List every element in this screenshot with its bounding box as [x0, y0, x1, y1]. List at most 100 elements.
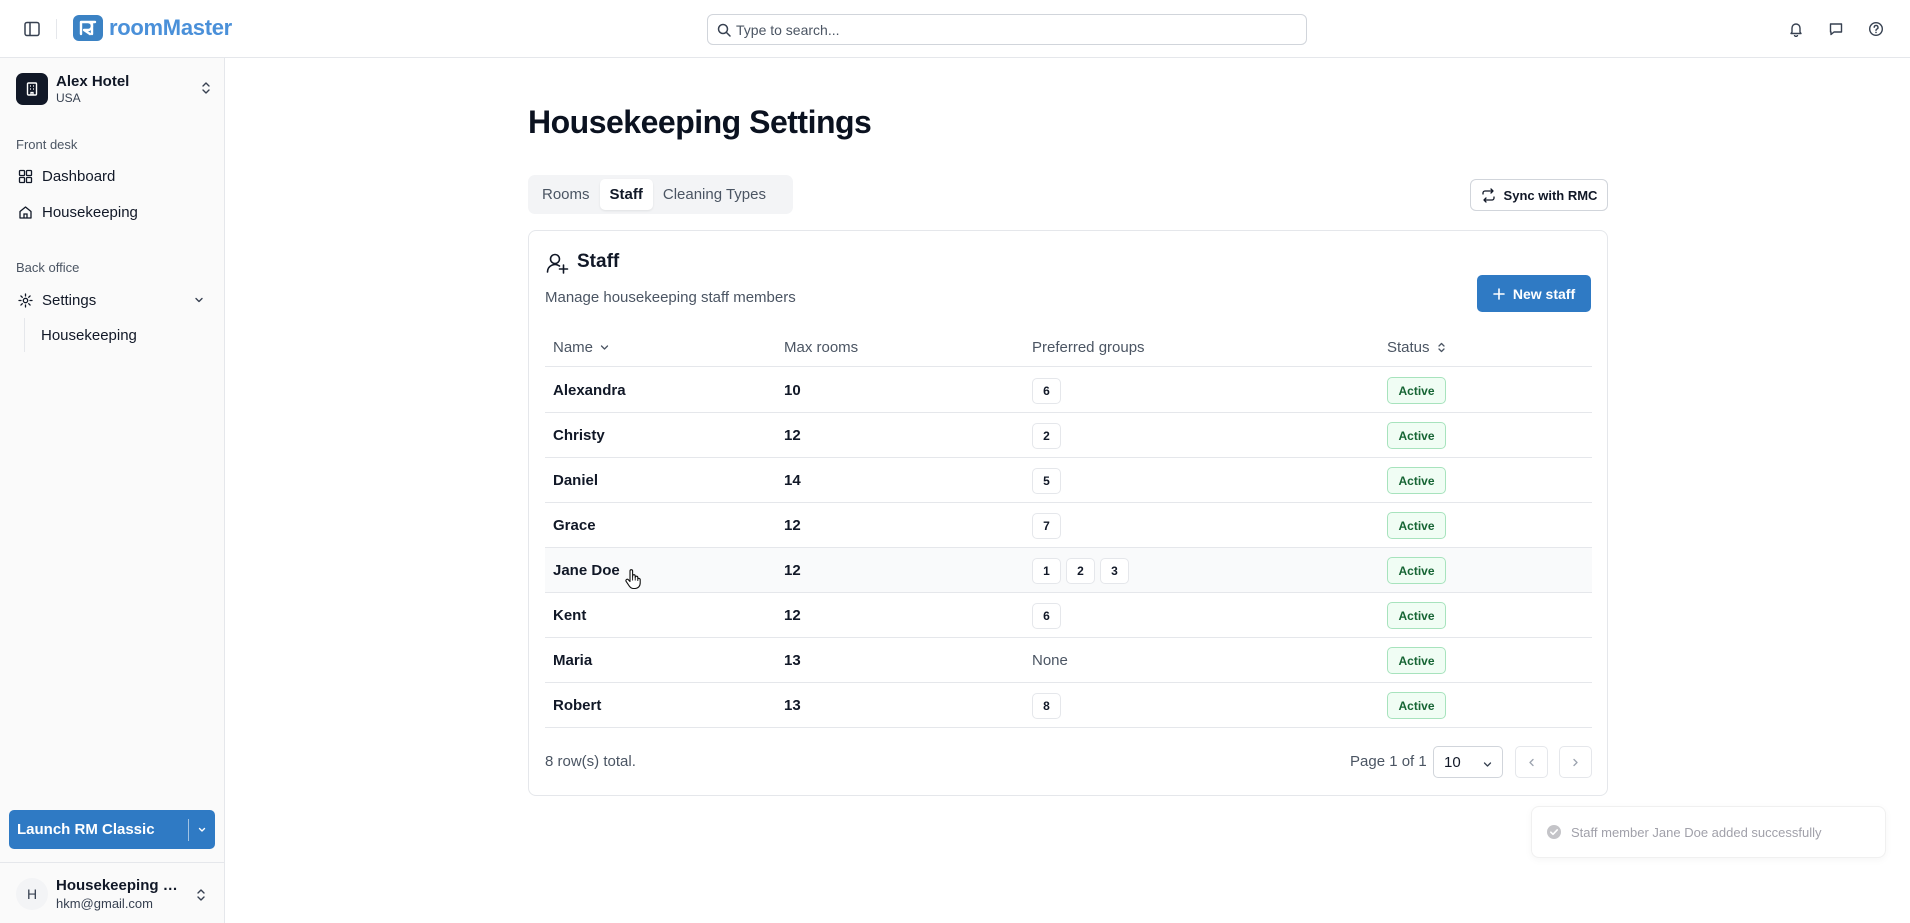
chevron-down-icon [193, 293, 205, 310]
launch-dropdown-button[interactable] [189, 810, 215, 849]
preferred-groups: None [1032, 638, 1068, 683]
status-badge: Active [1387, 692, 1446, 719]
preferred-groups: 2 [1032, 413, 1066, 458]
message-icon[interactable] [1824, 17, 1848, 41]
group-chip: 6 [1032, 602, 1061, 629]
sidebar-item-settings[interactable]: Settings [10, 285, 215, 315]
preferred-groups: 6 [1032, 368, 1066, 413]
preferred-groups: 6 [1032, 593, 1066, 638]
search-input[interactable] [736, 21, 1306, 38]
max-rooms: 14 [784, 472, 801, 489]
rows-total: 8 row(s) total. [545, 753, 636, 770]
chevron-down-icon [1482, 757, 1493, 774]
sync-with-rmc-button[interactable]: Sync with RMC [1470, 179, 1608, 211]
column-header-status[interactable]: Status [1387, 327, 1447, 367]
gear-icon [16, 291, 34, 309]
table-row[interactable]: Christy 12 2 Active [545, 413, 1592, 458]
status-badge: Active [1387, 512, 1446, 539]
card-description: Manage housekeeping staff members [545, 289, 796, 306]
staff-name: Christy [553, 427, 605, 444]
sort-icon [1437, 342, 1445, 352]
sidebar-item-dashboard[interactable]: Dashboard [10, 161, 215, 191]
max-rooms: 13 [784, 697, 801, 714]
chevron-down-icon [198, 827, 206, 832]
launch-rm-classic-button[interactable]: Launch RM Classic [9, 810, 188, 849]
help-icon[interactable] [1864, 17, 1888, 41]
sidebar-toggle-icon[interactable] [20, 17, 44, 41]
status-cell: Active [1387, 638, 1446, 683]
new-staff-label: New staff [1512, 285, 1576, 302]
next-page-button[interactable] [1559, 746, 1592, 778]
status-cell: Active [1387, 503, 1446, 548]
group-chip: 7 [1032, 512, 1061, 539]
logo[interactable]: roomMaster [73, 15, 232, 41]
front-desk-label: Front desk [16, 137, 78, 152]
tab-rooms[interactable]: Rooms [532, 179, 600, 210]
table-row[interactable]: Daniel 14 5 Active [545, 458, 1592, 503]
column-header-max-rooms: Max rooms [784, 338, 859, 356]
chevron-down-icon [600, 344, 609, 350]
settings-tabs: Rooms Staff Cleaning Types [528, 175, 793, 214]
no-groups-text: None [1032, 652, 1068, 669]
status-badge: Active [1387, 647, 1446, 674]
sidebar-subitem-housekeeping[interactable]: Housekeeping [34, 320, 209, 350]
search-icon [717, 23, 731, 41]
avatar: H [16, 878, 48, 910]
topbar-divider [56, 19, 57, 39]
column-header-preferred-groups: Preferred groups [1032, 338, 1145, 356]
staff-name: Maria [553, 652, 593, 669]
table-row[interactable]: Maria 13 None Active [545, 638, 1592, 683]
column-header-name[interactable]: Name [553, 327, 610, 367]
chevrons-up-down-icon [200, 80, 212, 100]
user-menu[interactable]: H Housekeeping Manager hkm@gmail.com [0, 862, 225, 923]
tab-staff[interactable]: Staff [599, 179, 653, 210]
table-row[interactable]: Jane Doe 12 1 2 3 Active [545, 548, 1592, 593]
status-cell: Active [1387, 683, 1446, 728]
hotel-country: USA [56, 90, 81, 105]
user-email: hkm@gmail.com [56, 896, 153, 911]
home-icon [16, 203, 34, 221]
table-row[interactable]: Robert 13 8 Active [545, 683, 1592, 728]
hand-cursor-icon [624, 568, 642, 594]
preferred-groups: 123 [1032, 548, 1134, 593]
staff-name: Robert [553, 697, 602, 714]
top-bar: roomMaster [0, 0, 1910, 58]
success-toast: Staff member Jane Doe added successfully [1531, 806, 1886, 858]
sidebar-item-label: Housekeeping [42, 203, 138, 221]
tab-cleaning-types[interactable]: Cleaning Types [653, 179, 776, 210]
max-rooms: 12 [784, 607, 801, 624]
previous-page-button[interactable] [1515, 746, 1548, 778]
group-chip: 8 [1032, 692, 1061, 719]
sidebar-item-housekeeping[interactable]: Housekeeping [10, 197, 215, 227]
user-plus-icon [545, 251, 569, 279]
table-row[interactable]: Kent 12 6 Active [545, 593, 1592, 638]
status-cell: Active [1387, 548, 1446, 593]
rows-per-page-select[interactable]: 10 [1433, 746, 1503, 778]
new-staff-button[interactable]: New staff [1477, 275, 1591, 312]
status-cell: Active [1387, 458, 1446, 503]
user-name: Housekeeping Manager [56, 877, 184, 894]
column-label: Name [553, 338, 594, 356]
table-row[interactable]: Grace 12 7 Active [545, 503, 1592, 548]
bell-icon[interactable] [1784, 17, 1808, 41]
status-badge: Active [1387, 557, 1446, 584]
status-cell: Active [1387, 413, 1446, 458]
group-chip: 3 [1100, 557, 1129, 584]
preferred-groups: 5 [1032, 458, 1066, 503]
logo-mark-icon [73, 15, 103, 41]
card-title: Staff [577, 251, 620, 272]
group-chip: 6 [1032, 377, 1061, 404]
sidebar-item-label: Dashboard [42, 167, 116, 185]
chevron-left-icon [1529, 758, 1534, 766]
preferred-groups: 7 [1032, 503, 1066, 548]
max-rooms: 12 [784, 517, 801, 534]
staff-card: Staff Manage housekeeping staff members … [528, 230, 1608, 796]
search-box[interactable] [707, 14, 1307, 45]
page-title: Housekeeping Settings [528, 104, 872, 140]
chevrons-up-down-icon [195, 887, 207, 907]
sync-icon [1481, 187, 1495, 203]
building-icon [16, 73, 48, 105]
rows-per-page-value: 10 [1444, 753, 1461, 771]
hotel-switcher[interactable]: Alex Hotel USA [16, 71, 212, 107]
table-row[interactable]: Alexandra 10 6 Active [545, 368, 1592, 413]
